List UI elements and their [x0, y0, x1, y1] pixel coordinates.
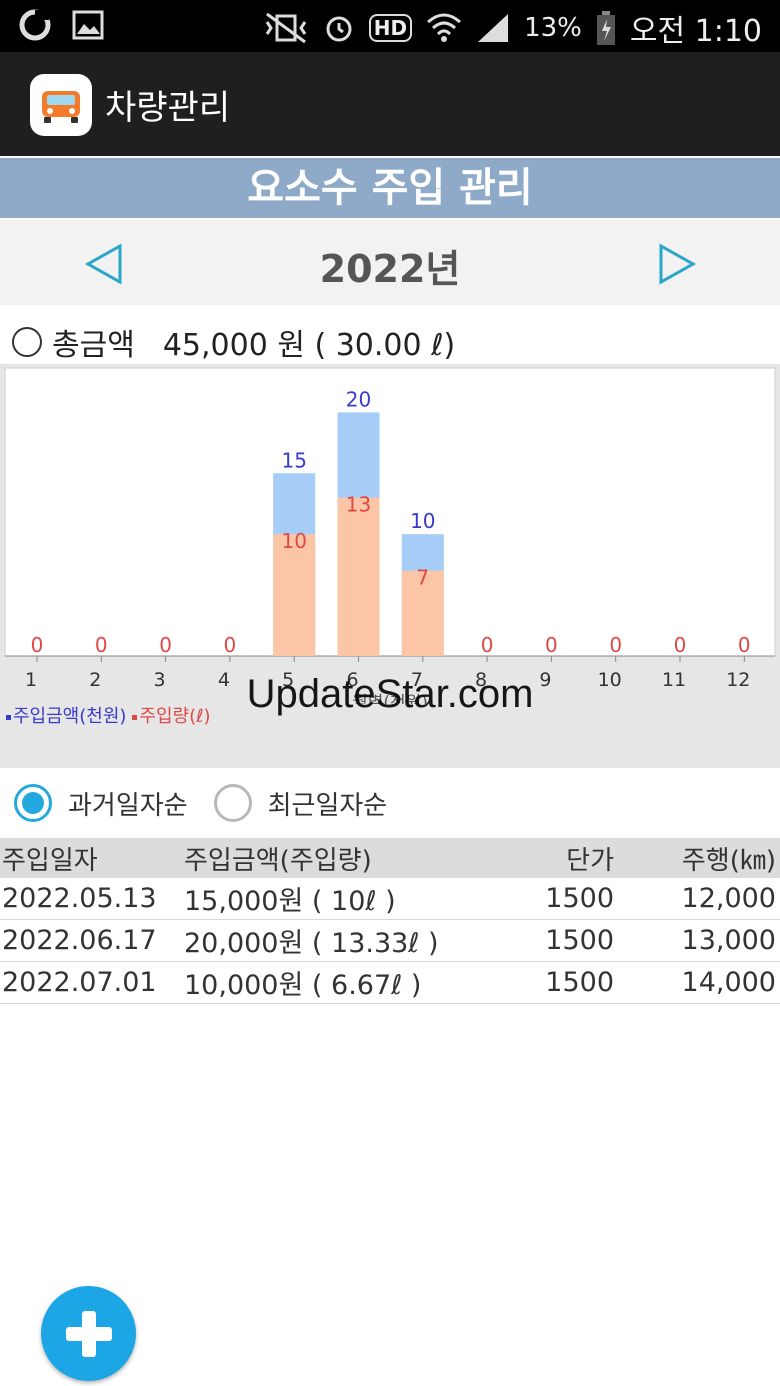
legend-item-amount: 주입금액(천원) — [6, 702, 126, 728]
table-header: 주입일자 주입금액(주입량) 단가 주행(㎞) — [0, 838, 780, 878]
row-mileage: 14,000 — [681, 967, 776, 998]
add-button[interactable] — [41, 1286, 136, 1381]
header-mileage: 주행(㎞) — [681, 845, 776, 876]
status-bar: HD 13% 오전 1:10 — [0, 0, 780, 52]
signal-icon — [478, 14, 509, 42]
total-value: 45,000 원 ( 30.00 ℓ) — [162, 328, 456, 363]
data-label-volume: 10 — [281, 529, 306, 553]
data-label-volume: 13 — [346, 493, 371, 517]
data-label-volume: 0 — [738, 633, 751, 657]
data-label-volume: 0 — [609, 633, 622, 657]
battery-icon — [596, 11, 615, 45]
data-label-volume: 0 — [159, 633, 172, 657]
data-label-volume: 0 — [95, 633, 108, 657]
data-label-volume: 0 — [224, 633, 237, 657]
total-radio-icon[interactable] — [12, 327, 42, 357]
sort-newest-option[interactable]: 최근일자순 — [213, 784, 388, 822]
data-label-volume: 0 — [545, 633, 558, 657]
row-unit-price: 1500 — [545, 883, 614, 914]
header-unit-price: 단가 — [566, 845, 614, 876]
row-mileage: 13,000 — [681, 925, 776, 956]
plot-background — [4, 367, 776, 657]
chart-legend: 주입금액(천원) 주입량(ℓ) — [6, 702, 211, 728]
row-amount: 10,000원 ( 6.67ℓ ) — [184, 970, 422, 1001]
monthly-chart: 0 0 0 0 15 10 20 13 10 7 0 0 0 0 0 1 2 3 4 5 6 7 8 9 10 11 12 월별(천… — [0, 364, 780, 768]
row-date: 2022.07.01 — [2, 967, 157, 998]
wifi-icon — [427, 13, 462, 42]
data-label-volume: 7 — [416, 566, 429, 590]
vibrate-icon — [265, 12, 306, 44]
injection-table: 주입일자 주입금액(주입량) 단가 주행(㎞) 2022.05.13 15,00… — [0, 838, 780, 1004]
row-unit-price: 1500 — [545, 967, 614, 998]
row-amount: 20,000원 ( 13.33ℓ ) — [184, 928, 439, 959]
row-amount: 15,000원 ( 10ℓ ) — [184, 886, 396, 917]
clock: 오전 1:10 — [629, 14, 762, 49]
sort-oldest-label: 과거일자순 — [68, 790, 188, 821]
battery-percent: 13% — [524, 13, 582, 43]
next-year-icon[interactable] — [655, 242, 699, 286]
hd-icon: HD — [368, 14, 413, 42]
gallery-icon — [72, 10, 104, 40]
row-unit-price: 1500 — [545, 925, 614, 956]
data-label-volume: 0 — [481, 633, 494, 657]
sort-newest-label: 최근일자순 — [267, 790, 388, 821]
page-title: 요소수 주입 관리 — [0, 158, 780, 218]
data-label-volume: 0 — [674, 633, 687, 657]
data-label-volume: 0 — [31, 633, 44, 657]
table-row[interactable]: 2022.06.17 20,000원 ( 13.33ℓ ) 1500 13,00… — [0, 920, 780, 962]
row-date: 2022.05.13 — [2, 883, 157, 914]
radio-unselected-icon[interactable] — [213, 784, 252, 822]
sort-oldest-option[interactable]: 과거일자순 — [14, 784, 188, 822]
table-row[interactable]: 2022.07.01 10,000원 ( 6.67ℓ ) 1500 14,000 — [0, 962, 780, 1004]
car-icon[interactable] — [30, 74, 92, 136]
total-summary: 총금액 45,000 원 ( 30.00 ℓ) — [0, 320, 780, 364]
total-label: 총금액 — [52, 328, 135, 363]
sort-options: 과거일자순 최근일자순 — [0, 778, 780, 828]
alarm-icon — [326, 16, 352, 42]
row-date: 2022.06.17 — [2, 925, 157, 956]
radio-selected-icon[interactable] — [14, 784, 52, 822]
bar-volume — [337, 497, 380, 656]
data-label-amount: 15 — [281, 448, 306, 472]
bar-chart: 0 0 0 0151020131070 0 0 0 0 1 2 3 4 5 6 7 8 9 10 11 12월별(천… — [4, 367, 776, 704]
row-mileage: 12,000 — [681, 883, 776, 914]
year-navigator: 2022년 — [0, 220, 780, 305]
legend-item-volume: 주입량(ℓ) — [132, 702, 211, 728]
data-label-amount: 20 — [346, 387, 371, 411]
app-title: 차량관리 — [105, 88, 231, 128]
notification-app-icon — [19, 9, 51, 41]
action-bar: 차량관리 — [0, 52, 780, 156]
header-date: 주입일자 — [2, 845, 98, 876]
data-label-amount: 10 — [410, 509, 435, 533]
plus-icon — [65, 1310, 112, 1357]
header-amount: 주입금액(주입량) — [184, 845, 372, 876]
table-row[interactable]: 2022.05.13 15,000원 ( 10ℓ ) 1500 12,000 — [0, 878, 780, 920]
